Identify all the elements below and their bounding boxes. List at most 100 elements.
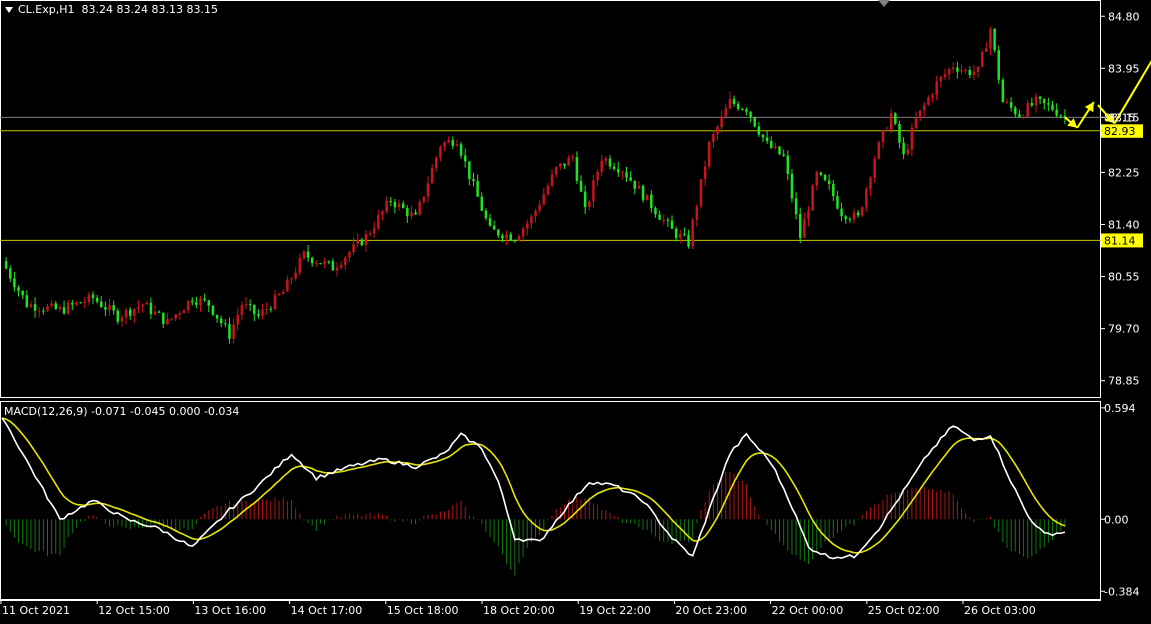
candle-body [885, 129, 889, 131]
candle-body [608, 158, 612, 167]
candle-body [488, 218, 492, 226]
candle-body [269, 308, 273, 310]
candle-body [798, 214, 802, 238]
candle-body [120, 317, 124, 322]
candle-body [294, 272, 297, 279]
candle-body [687, 234, 690, 247]
candle-body [794, 198, 798, 215]
candle-body [480, 196, 483, 211]
candle-body [145, 302, 148, 305]
candle-body [344, 257, 347, 265]
price-axis-label: 83.15 [1108, 111, 1140, 124]
candle-body [960, 70, 963, 72]
time-axis-label: 18 Oct 20:00 [483, 604, 555, 617]
candle-body [600, 160, 603, 172]
candle-body [426, 183, 430, 197]
candle-body [666, 219, 670, 221]
candle-body [761, 134, 765, 138]
trading-chart-window[interactable]: 82.93 81.14 83.15 84.80 83.95 83.15 82.25 81.4… [0, 0, 1151, 620]
candle-body [58, 307, 62, 309]
candle-body [517, 236, 521, 241]
candle-body [703, 166, 707, 180]
candle-body [302, 251, 306, 258]
candle-body [281, 291, 285, 295]
candle-body [42, 310, 45, 312]
candle-body [658, 214, 661, 220]
candle-body [637, 185, 641, 189]
price-axis-label: 78.85 [1108, 375, 1140, 388]
candle-body [968, 70, 972, 75]
candle-body [463, 155, 467, 162]
candle-body [104, 307, 107, 310]
chart-shift-marker-icon[interactable] [878, 0, 890, 7]
candle-body [66, 302, 70, 314]
candle-body [195, 302, 198, 305]
candle-body [790, 173, 794, 199]
candle-body [327, 261, 330, 263]
candle-body [778, 146, 781, 155]
candle-body [360, 239, 364, 246]
symbol-dropdown-icon[interactable] [5, 7, 13, 13]
candle-body [1005, 102, 1009, 104]
candle-body [592, 180, 595, 202]
candle-body [964, 70, 967, 72]
candle-body [559, 163, 562, 167]
candle-body [952, 67, 955, 70]
candle-body [186, 300, 190, 311]
candle-body [823, 174, 827, 181]
candle-body [451, 140, 455, 146]
candle-body [554, 166, 558, 175]
candle-body [1042, 98, 1046, 104]
candle-body [720, 116, 723, 128]
level-price-label: 81.14 [1104, 234, 1136, 247]
candle-body [418, 201, 421, 215]
candle-body [46, 306, 49, 311]
macd-axis-label: 0.594 [1104, 402, 1136, 415]
candle-body [17, 287, 20, 291]
candle-body [1001, 79, 1005, 103]
symbol-header: CL.Exp,H1 83.24 83.24 83.13 83.15 [18, 3, 218, 16]
candle-body [633, 180, 637, 189]
candle-body [182, 310, 186, 314]
candle-body [178, 313, 182, 315]
candle-body [815, 172, 819, 186]
candle-body [923, 104, 926, 111]
candle-body [492, 225, 496, 230]
candle-body [406, 207, 409, 217]
candle-body [112, 305, 115, 311]
candle-body [401, 203, 405, 208]
candle-body [286, 279, 289, 292]
candle-body [1055, 109, 1058, 116]
candle-body [782, 154, 785, 156]
candle-body [881, 130, 885, 143]
candle-body [393, 201, 397, 208]
candle-body [219, 318, 223, 324]
candle-body [141, 304, 144, 307]
time-axis-label: 15 Oct 18:00 [387, 604, 459, 617]
candle-body [770, 141, 773, 148]
candle-body [811, 185, 814, 211]
candle-body [534, 210, 537, 217]
candle-body [654, 208, 657, 215]
candle-body [170, 318, 173, 320]
candle-body [898, 123, 901, 143]
candle-body [443, 142, 446, 147]
time-axis-label: 25 Oct 02:00 [868, 604, 940, 617]
candle-body [128, 309, 132, 316]
candle-body [931, 94, 934, 98]
candle-body [83, 302, 86, 304]
candle-body [9, 268, 12, 279]
candle-body [695, 206, 699, 221]
candle-body [939, 76, 943, 82]
candle-body [298, 257, 302, 273]
chart-canvas[interactable]: 82.9381.1483.15 84.8083.9583.1582.2581.4… [0, 0, 1151, 620]
candle-body [612, 166, 616, 169]
candle-body [889, 113, 893, 130]
candle-body [894, 113, 897, 124]
candle-body [745, 109, 748, 112]
candle-body [261, 309, 264, 316]
candle-body [501, 235, 504, 239]
candle-body [749, 111, 752, 118]
candle-body [364, 234, 368, 246]
candle-body [1051, 104, 1054, 110]
